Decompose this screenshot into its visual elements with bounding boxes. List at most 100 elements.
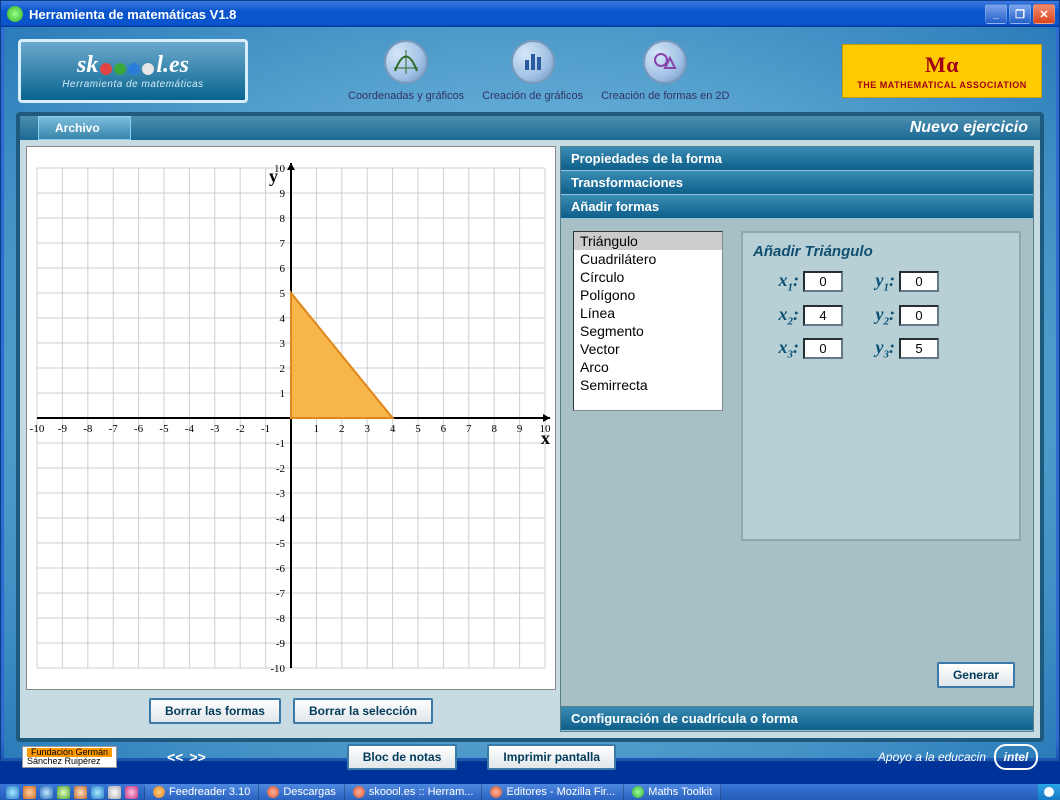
- svg-text:4: 4: [390, 423, 396, 435]
- app-icon: [7, 6, 23, 22]
- taskbar-item[interactable]: Feedreader 3.10: [145, 784, 259, 800]
- svg-text:-3: -3: [210, 423, 220, 435]
- x3-label: x3:: [773, 337, 799, 361]
- x3-input[interactable]: [803, 338, 843, 359]
- svg-text:-10: -10: [30, 423, 45, 435]
- svg-text:9: 9: [517, 423, 523, 435]
- ql-icon[interactable]: [125, 786, 138, 799]
- math-association-badge: Mα THE MATHEMATICAL ASSOCIATION: [842, 44, 1042, 98]
- footer-next[interactable]: >>: [189, 749, 205, 765]
- shape-option[interactable]: Polígono: [574, 286, 722, 304]
- svg-text:-4: -4: [276, 513, 286, 525]
- svg-text:-8: -8: [83, 423, 93, 435]
- svg-text:4: 4: [280, 313, 286, 325]
- nav-label: Creación de gráficos: [482, 90, 583, 102]
- x2-input[interactable]: [803, 305, 843, 326]
- taskbar[interactable]: Feedreader 3.10 Descargas skoool.es :: H…: [0, 784, 1060, 800]
- taskbar-label: Maths Toolkit: [648, 786, 712, 798]
- y1-input[interactable]: [899, 271, 939, 292]
- brand-pre: sk: [77, 52, 98, 78]
- taskbar-item[interactable]: Descargas: [259, 784, 345, 800]
- ql-icon[interactable]: [40, 786, 53, 799]
- edu-text: Apoyo a la educacin: [878, 750, 986, 764]
- taskbar-item[interactable]: Maths Toolkit: [624, 784, 721, 800]
- accordion-grid-config[interactable]: Configuración de cuadrícula o forma: [561, 707, 1033, 731]
- svg-text:y: y: [269, 166, 278, 186]
- y2-label: y2:: [869, 304, 895, 328]
- svg-text:3: 3: [364, 423, 370, 435]
- taskbar-item[interactable]: skoool.es :: Herram...: [345, 784, 483, 800]
- quicklaunch[interactable]: [0, 786, 145, 799]
- app-icon: [267, 786, 279, 798]
- svg-text:6: 6: [441, 423, 447, 435]
- shape-option[interactable]: Círculo: [574, 268, 722, 286]
- svg-text:2: 2: [339, 423, 345, 435]
- add-shape-title: Añadir Triángulo: [753, 243, 1009, 260]
- y1-label: y1:: [869, 270, 895, 294]
- svg-text:1: 1: [314, 423, 320, 435]
- shape-option[interactable]: Cuadrilátero: [574, 250, 722, 268]
- app-window: Herramienta de matemáticas V1.8 _ ❐ ✕ sk…: [0, 0, 1060, 762]
- shapes-icon: [643, 40, 687, 84]
- graph-canvas[interactable]: -10-9-8-7-6-5-4-3-2-112345678910-10-9-8-…: [26, 146, 556, 690]
- nav-coordinates[interactable]: Coordenadas y gráficos: [348, 40, 464, 102]
- taskbar-label: Editores - Mozilla Fir...: [506, 786, 615, 798]
- ql-icon[interactable]: [23, 786, 36, 799]
- y2-input[interactable]: [899, 305, 939, 326]
- bar-chart-icon: [511, 40, 555, 84]
- svg-text:-8: -8: [276, 613, 286, 625]
- titlebar[interactable]: Herramienta de matemáticas V1.8 _ ❐ ✕: [1, 1, 1059, 27]
- taskbar-item[interactable]: Editores - Mozilla Fir...: [482, 784, 624, 800]
- nav-charts[interactable]: Creación de gráficos: [482, 40, 583, 102]
- tray-icon[interactable]: [1044, 787, 1054, 797]
- clear-selection-button[interactable]: Borrar la selección: [293, 698, 433, 724]
- svg-text:3: 3: [280, 338, 286, 350]
- restore-button[interactable]: ❐: [1009, 4, 1031, 24]
- ql-icon[interactable]: [6, 786, 19, 799]
- svg-text:8: 8: [280, 213, 286, 225]
- y3-input[interactable]: [899, 338, 939, 359]
- close-button[interactable]: ✕: [1033, 4, 1055, 24]
- svg-text:-2: -2: [276, 463, 285, 475]
- footer: Fundación Germán Sánchez Ruipérez << >> …: [4, 742, 1056, 772]
- accordion-add-shapes[interactable]: Añadir formas: [561, 195, 1033, 219]
- svg-text:-5: -5: [276, 538, 286, 550]
- menu-new-exercise[interactable]: Nuevo ejercicio: [910, 119, 1040, 137]
- shape-option[interactable]: Semirrecta: [574, 376, 722, 394]
- shape-option[interactable]: Arco: [574, 358, 722, 376]
- svg-text:9: 9: [280, 188, 286, 200]
- minimize-button[interactable]: _: [985, 4, 1007, 24]
- footer-prev[interactable]: <<: [167, 749, 183, 765]
- ql-icon[interactable]: [57, 786, 70, 799]
- taskbar-label: Feedreader 3.10: [169, 786, 250, 798]
- add-shape-box: Añadir Triángulo x1: y1: x2:: [741, 231, 1021, 541]
- notes-button[interactable]: Bloc de notas: [347, 744, 458, 770]
- menu-file[interactable]: Archivo: [38, 116, 131, 140]
- generate-button[interactable]: Generar: [937, 662, 1015, 688]
- client-area: skl.es Herramienta de matemáticas Coorde…: [4, 27, 1056, 758]
- ma-text: THE MATHEMATICAL ASSOCIATION: [857, 80, 1027, 90]
- nav-shapes2d[interactable]: Creación de formas en 2D: [601, 40, 729, 102]
- shape-option[interactable]: Línea: [574, 304, 722, 322]
- svg-text:-1: -1: [261, 423, 270, 435]
- sponsor-bot: Sánchez Ruipérez: [27, 757, 112, 766]
- ql-icon[interactable]: [74, 786, 87, 799]
- accordion-transformations[interactable]: Transformaciones: [561, 171, 1033, 195]
- shape-type-list[interactable]: TriánguloCuadriláteroCírculoPolígonoLíne…: [573, 231, 723, 411]
- ql-icon[interactable]: [108, 786, 121, 799]
- app-icon: [490, 786, 502, 798]
- brand-post: l: [156, 52, 163, 78]
- taskbar-label: skoool.es :: Herram...: [369, 786, 474, 798]
- shape-option[interactable]: Triángulo: [574, 232, 722, 250]
- x1-input[interactable]: [803, 271, 843, 292]
- print-screen-button[interactable]: Imprimir pantalla: [487, 744, 616, 770]
- shape-option[interactable]: Vector: [574, 340, 722, 358]
- clear-shapes-button[interactable]: Borrar las formas: [149, 698, 281, 724]
- app-icon: [353, 786, 365, 798]
- sponsor-badge: Fundación Germán Sánchez Ruipérez: [22, 746, 117, 768]
- shape-option[interactable]: Segmento: [574, 322, 722, 340]
- ql-icon[interactable]: [91, 786, 104, 799]
- system-tray[interactable]: [1038, 784, 1060, 800]
- accordion-properties[interactable]: Propiedades de la forma: [561, 147, 1033, 171]
- svg-text:5: 5: [415, 423, 421, 435]
